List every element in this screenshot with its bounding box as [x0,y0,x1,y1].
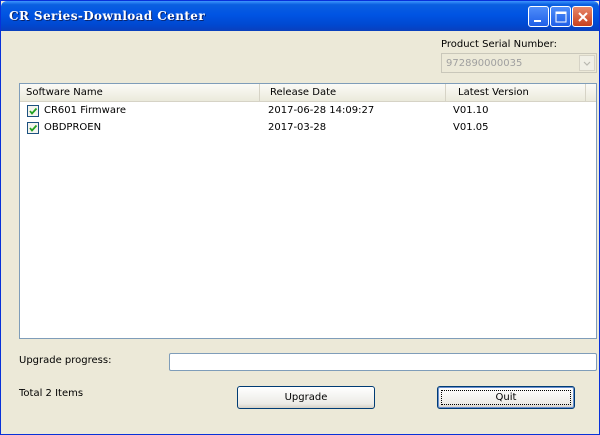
quit-button[interactable]: Quit [437,386,575,409]
latest-version-cell: V01.05 [453,122,489,133]
serial-number-select[interactable]: 972890000035 [441,53,597,73]
table-row[interactable]: OBDPROEN 2017-03-28 V01.05 [20,121,596,137]
close-icon [578,12,588,22]
upgrade-progress-label: Upgrade progress: [19,355,112,366]
maximize-icon [555,11,567,23]
minimize-icon [534,20,541,22]
close-button[interactable] [572,6,593,27]
title-bar[interactable]: CR Series-Download Center [1,1,599,31]
total-items-label: Total 2 Items [19,388,84,399]
column-header-release-date[interactable]: Release Date [260,84,446,102]
release-date-cell: 2017-06-28 14:09:27 [268,105,375,116]
checkmark-icon [29,124,38,132]
row-checkbox[interactable] [27,122,39,134]
software-name-cell: OBDPROEN [44,122,102,133]
row-checkbox[interactable] [27,105,39,117]
window-title: CR Series-Download Center [9,9,206,23]
release-date-cell: 2017-03-28 [268,122,327,133]
list-header: Software Name Release Date Latest Versio… [20,84,596,102]
download-center-window: CR Series-Download Center Product Serial… [0,0,600,435]
upgrade-button[interactable]: Upgrade [237,386,375,409]
latest-version-cell: V01.10 [453,105,489,116]
software-name-cell: CR601 Firmware [44,105,127,116]
table-row[interactable]: CR601 Firmware 2017-06-28 14:09:27 V01.1… [20,104,596,120]
upgrade-progress-bar [169,353,597,371]
software-list[interactable]: Software Name Release Date Latest Versio… [19,83,597,339]
column-header-software-name[interactable]: Software Name [20,84,260,102]
column-header-latest-version[interactable]: Latest Version [446,84,586,102]
dropdown-button[interactable] [579,55,595,71]
chevron-down-icon [583,61,591,66]
maximize-button[interactable] [550,6,571,27]
focus-ring [441,390,571,405]
serial-number-value: 972890000035 [446,58,523,69]
minimize-button[interactable] [528,6,549,27]
serial-number-label: Product Serial Number: [441,39,557,50]
checkmark-icon [29,107,38,115]
